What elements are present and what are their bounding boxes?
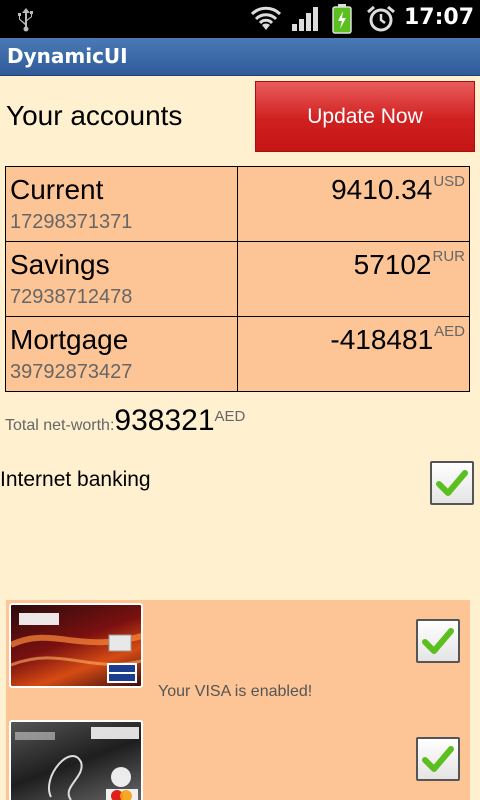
checkmark-icon <box>422 746 454 772</box>
usb-icon <box>18 8 33 32</box>
account-amount-cell: 9410.34USD <box>237 166 470 242</box>
status-bar: 17:07 <box>0 0 480 38</box>
account-amount: 9410.34 <box>331 174 433 205</box>
networth-value: 938321 <box>114 404 215 437</box>
internet-banking-checkbox[interactable] <box>430 461 474 505</box>
alarm-icon <box>367 5 395 32</box>
account-currency: RUR <box>432 248 466 265</box>
internet-banking-label: Internet banking <box>0 468 151 491</box>
app-title: DynamicUI <box>7 44 128 68</box>
wifi-icon <box>250 6 282 30</box>
visa-status-text: Your VISA is enabled! <box>158 683 313 700</box>
networth-label: Total net-worth: <box>5 417 115 434</box>
platinum-enabled-checkbox[interactable] <box>416 737 460 781</box>
platinum-card-art <box>15 727 139 800</box>
account-amount: 57102 <box>353 249 432 280</box>
status-time: 17:07 <box>404 5 475 30</box>
table-row: Current 17298371371 9410.34USD <box>5 166 470 242</box>
platinum-card-image <box>9 720 143 800</box>
visa-card-image <box>9 603 143 688</box>
account-name: Current <box>10 174 104 205</box>
update-now-button[interactable]: Update Now <box>255 81 475 152</box>
table-row: Savings 72938712478 57102RUR <box>5 241 470 317</box>
signal-icon <box>292 7 318 31</box>
checkmark-icon <box>436 470 468 496</box>
account-currency: AED <box>434 323 465 340</box>
account-name: Savings <box>10 249 110 280</box>
networth-line: Total net-worth:938321AED <box>5 404 245 438</box>
accounts-heading: Your accounts <box>6 100 183 131</box>
networth-currency: AED <box>214 408 246 425</box>
table-row: Mortgage 39792873427 -418481AED <box>5 316 470 392</box>
visa-enabled-checkbox[interactable] <box>416 619 460 663</box>
accounts-table: Current 17298371371 9410.34USD Savings 7… <box>5 166 470 392</box>
account-amount-cell: 57102RUR <box>237 241 470 317</box>
account-amount-cell: -418481AED <box>237 316 470 392</box>
account-name-cell: Current 17298371371 <box>5 166 238 242</box>
account-number: 39792873427 <box>10 361 133 383</box>
battery-charging-icon <box>332 4 352 34</box>
account-name-cell: Mortgage 39792873427 <box>5 316 238 392</box>
visa-card-art <box>11 613 141 683</box>
checkmark-icon <box>422 628 454 654</box>
account-name-cell: Savings 72938712478 <box>5 241 238 317</box>
app-title-bar: DynamicUI <box>0 38 480 76</box>
account-currency: USD <box>433 173 465 190</box>
account-number: 17298371371 <box>10 211 133 233</box>
account-amount: -418481 <box>330 324 434 355</box>
account-number: 72938712478 <box>10 286 133 308</box>
account-name: Mortgage <box>10 324 129 355</box>
